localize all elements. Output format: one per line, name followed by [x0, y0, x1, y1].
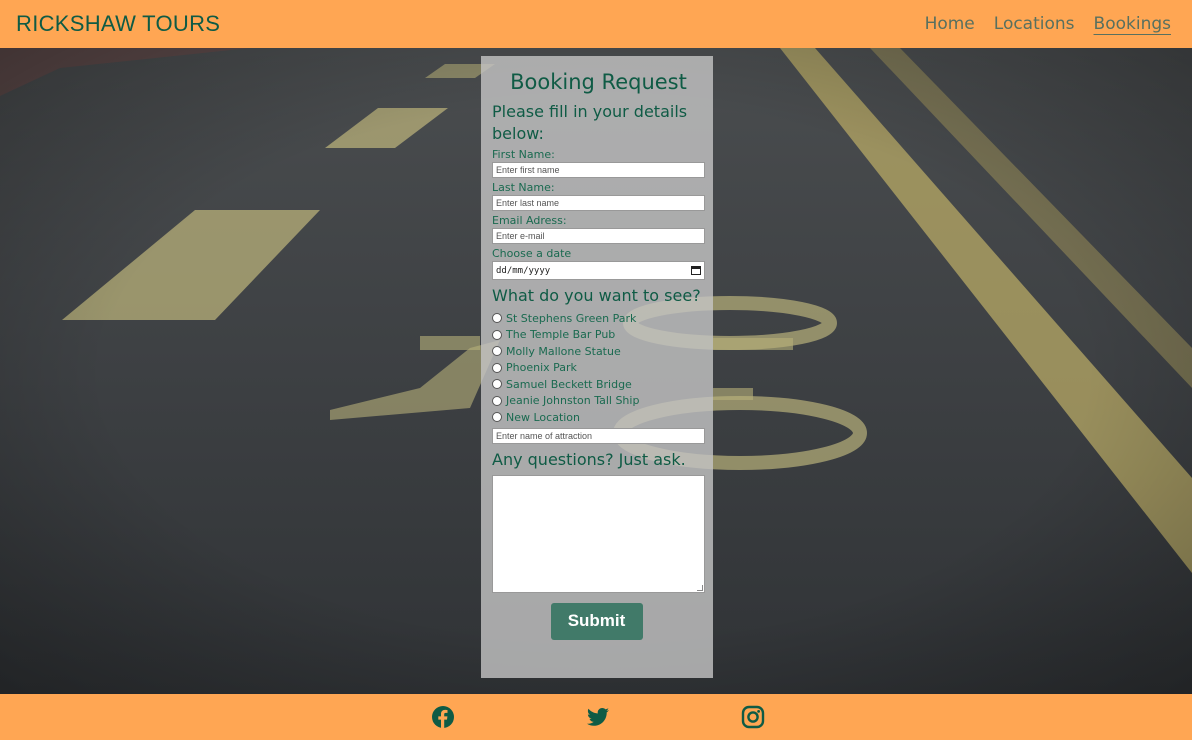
site-footer [0, 694, 1192, 740]
attraction-option[interactable]: New Location [492, 409, 705, 426]
attraction-radio-group: St Stephens Green Park The Temple Bar Pu… [492, 310, 705, 426]
last-name-label: Last Name: [492, 181, 555, 194]
new-location-input[interactable]: Enter name of attraction [492, 427, 705, 444]
nav-home[interactable]: Home [925, 14, 975, 34]
attraction-option[interactable]: Jeanie Johnston Tall Ship [492, 393, 705, 410]
radio-button[interactable] [492, 346, 502, 357]
form-subtitle: Please fill in your details below: [492, 102, 688, 143]
twitter-icon[interactable] [586, 705, 610, 729]
date-label: Choose a date [492, 247, 572, 260]
main-nav: Home Locations Bookings [925, 14, 1171, 34]
email-label: Email Adress: [492, 214, 567, 227]
radio-button[interactable] [492, 379, 502, 390]
attraction-label: Samuel Beckett Bridge [506, 377, 632, 391]
attraction-label: Jeanie Johnston Tall Ship [506, 394, 640, 408]
attraction-option[interactable]: Phoenix Park [492, 360, 705, 377]
booking-form-panel: Booking Request Please fill in your deta… [481, 56, 713, 678]
submit-button[interactable]: Submit [550, 602, 643, 640]
site-logo[interactable]: RICKSHAW TOURS [16, 11, 220, 37]
radio-button[interactable] [492, 313, 502, 324]
radio-button[interactable] [492, 395, 502, 406]
form-title: Booking Request [510, 70, 687, 94]
first-name-label: First Name: [492, 148, 555, 161]
nav-bookings[interactable]: Bookings [1094, 14, 1171, 34]
radio-button[interactable] [492, 362, 502, 373]
date-placeholder: dd/mm/yyyy [496, 265, 551, 276]
attraction-option[interactable]: The Temple Bar Pub [492, 327, 705, 344]
attraction-label: The Temple Bar Pub [506, 328, 616, 342]
attractions-heading: What do you want to see? [492, 286, 701, 305]
facebook-icon[interactable] [431, 705, 455, 729]
attraction-option[interactable]: Molly Mallone Statue [492, 343, 705, 360]
email-input[interactable]: Enter e-mail [492, 228, 705, 244]
attraction-option[interactable]: Samuel Beckett Bridge [492, 376, 705, 393]
site-header: RICKSHAW TOURS Home Locations Bookings [0, 0, 1192, 48]
last-name-input[interactable]: Enter last name [492, 195, 705, 211]
nav-locations[interactable]: Locations [994, 14, 1075, 34]
instagram-icon[interactable] [741, 705, 765, 729]
first-name-input[interactable]: Enter first name [492, 162, 705, 178]
radio-button[interactable] [492, 412, 502, 423]
radio-button[interactable] [492, 329, 502, 340]
attraction-option[interactable]: St Stephens Green Park [492, 310, 705, 327]
date-input[interactable]: dd/mm/yyyy [492, 261, 705, 280]
resize-handle-icon[interactable] [697, 584, 703, 591]
attraction-label: St Stephens Green Park [506, 311, 637, 325]
questions-textarea[interactable] [492, 474, 705, 593]
calendar-icon[interactable] [691, 266, 701, 275]
attraction-label: New Location [506, 410, 581, 424]
attraction-label: Phoenix Park [506, 361, 577, 375]
questions-heading: Any questions? Just ask. [492, 449, 686, 469]
attraction-label: Molly Mallone Statue [506, 344, 621, 358]
